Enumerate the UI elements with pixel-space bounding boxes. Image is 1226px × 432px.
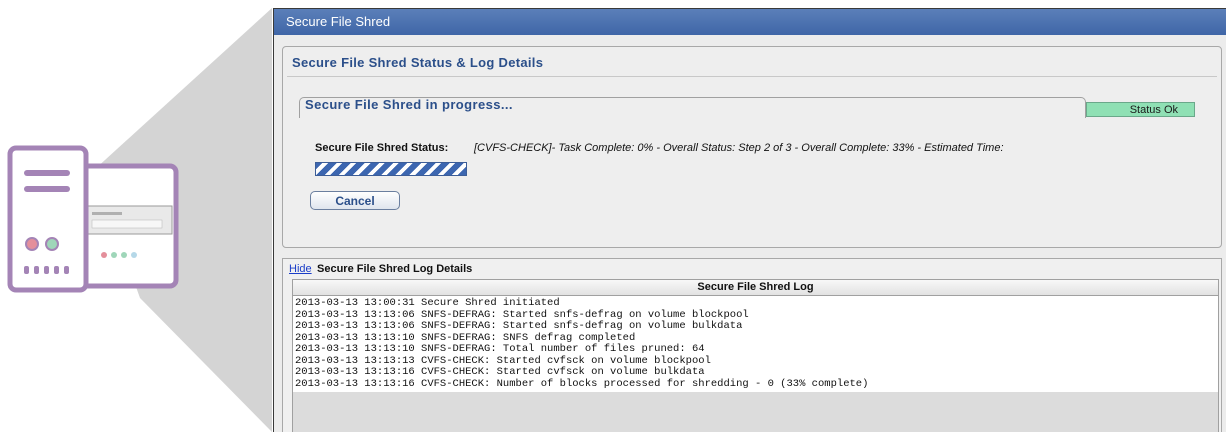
log-line: 2013-03-13 13:00:31 Secure Shred initiat… — [295, 297, 560, 309]
log-lines: 2013-03-13 13:00:31 Secure Shred initiat… — [293, 296, 1218, 392]
status-panel: Secure File Shred Status & Log Details S… — [282, 46, 1222, 248]
progress-group-title: Secure File Shred in progress... — [305, 97, 513, 112]
hide-log-link[interactable]: Hide — [289, 263, 312, 275]
panel-divider — [287, 76, 1217, 77]
log-column-header: Secure File Shred Log — [293, 280, 1218, 296]
log-table[interactable]: Secure File Shred Log 2013-03-13 13:00:3… — [292, 279, 1219, 432]
desktop-tower-icon — [7, 145, 179, 293]
panel-title: Secure File Shred Status & Log Details — [292, 55, 544, 70]
secure-file-shred-window: Secure File Shred Secure File Shred Stat… — [273, 8, 1226, 432]
progress-bar — [315, 162, 467, 176]
log-panel-title: Secure File Shred Log Details — [317, 263, 473, 275]
window-title: Secure File Shred — [274, 9, 1226, 35]
log-line: 2013-03-13 13:13:16 CVFS-CHECK: Started … — [295, 366, 705, 378]
log-line: 2013-03-13 13:13:06 SNFS-DEFRAG: Started… — [295, 320, 743, 332]
callout-graphic — [7, 8, 272, 432]
status-badge: Status Ok — [1086, 102, 1195, 117]
log-line: 2013-03-13 13:13:16 CVFS-CHECK: Number o… — [295, 377, 869, 390]
log-line: 2013-03-13 13:13:10 SNFS-DEFRAG: Total n… — [295, 343, 705, 355]
cancel-button[interactable]: Cancel — [310, 191, 400, 210]
status-label: Secure File Shred Status: — [315, 142, 449, 154]
status-text: [CVFS-CHECK]- Task Complete: 0% - Overal… — [474, 142, 1004, 154]
log-panel: Hide Secure File Shred Log Details Secur… — [282, 258, 1222, 432]
